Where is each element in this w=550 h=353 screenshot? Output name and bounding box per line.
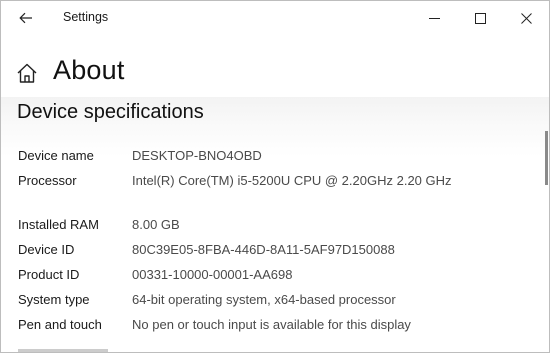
content-area: Device specifications Device name DESKTO…	[1, 97, 549, 352]
home-icon[interactable]	[16, 62, 38, 84]
spec-value-installed-ram[interactable]: 8.00 GB	[132, 216, 452, 234]
settings-window: Settings About Device specifications Dev…	[0, 0, 550, 353]
close-button[interactable]	[503, 1, 549, 35]
spec-label-product-id: Product ID	[18, 267, 80, 282]
scrollbar-thumb[interactable]	[545, 131, 548, 185]
spec-value-processor[interactable]: Intel(R) Core(TM) i5-5200U CPU @ 2.20GHz…	[132, 172, 452, 190]
spec-value-pen-and-touch[interactable]: No pen or touch input is available for t…	[132, 316, 532, 334]
page-title: About	[53, 55, 125, 85]
back-arrow-icon	[19, 12, 32, 24]
spec-value-device-name[interactable]: DESKTOP-BNO4OBD	[132, 147, 452, 165]
window-title: Settings	[63, 10, 109, 24]
spec-value-product-id[interactable]: 00331-10000-00001-AA698	[132, 266, 452, 284]
copy-button-partial[interactable]	[18, 349, 108, 352]
spec-value-device-id[interactable]: 80C39E05-8FBA-446D-8A11-5AF97D150088	[132, 241, 452, 259]
spec-value-system-type[interactable]: 64-bit operating system, x64-based proce…	[132, 291, 452, 309]
minimize-icon	[428, 17, 440, 19]
back-button[interactable]	[7, 4, 45, 32]
spec-label-device-id: Device ID	[18, 242, 75, 257]
maximize-icon	[474, 12, 486, 24]
minimize-button[interactable]	[411, 1, 457, 35]
spec-label-processor: Processor	[18, 173, 77, 188]
section-title: Device specifications	[17, 101, 204, 123]
spec-label-pen-and-touch: Pen and touch	[18, 317, 102, 332]
title-bar: Settings	[1, 1, 549, 35]
spec-label-installed-ram: Installed RAM	[18, 217, 99, 232]
page-header: About	[1, 35, 549, 97]
spec-label-system-type: System type	[18, 292, 90, 307]
close-icon	[520, 12, 532, 24]
spec-label-device-name: Device name	[18, 148, 94, 163]
maximize-button[interactable]	[457, 1, 503, 35]
